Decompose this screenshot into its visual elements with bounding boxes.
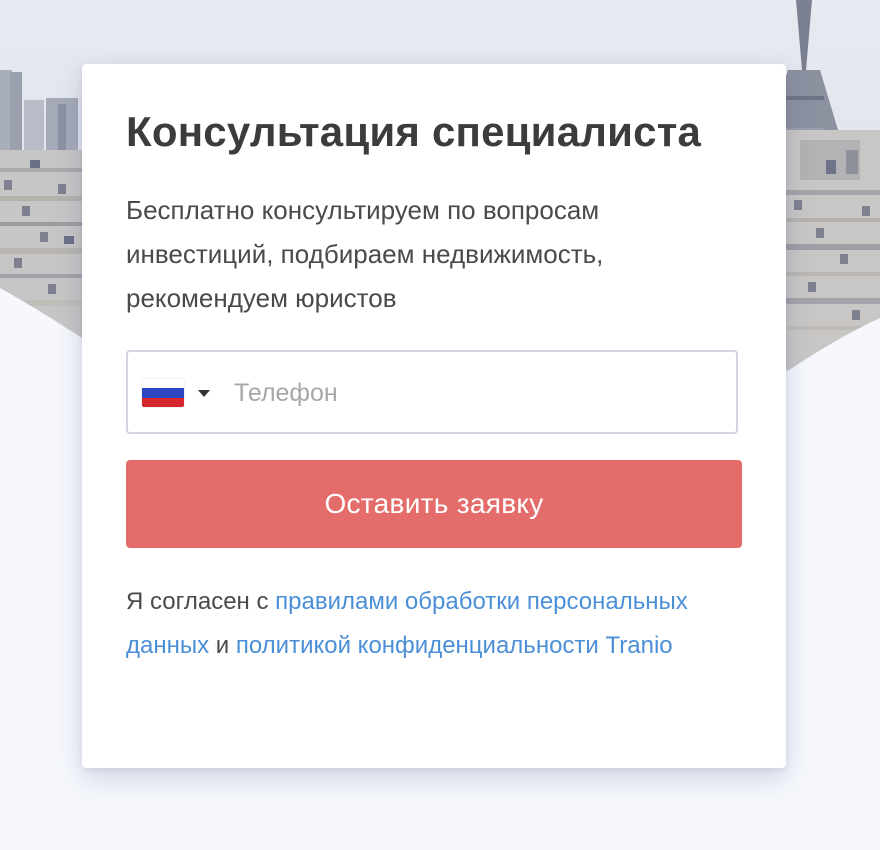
- consent-conjunction: и: [209, 632, 236, 659]
- submit-request-button[interactable]: Оставить заявку: [126, 460, 742, 548]
- russia-flag-icon: [142, 379, 184, 407]
- card-description: Бесплатно консультируем по вопросам инве…: [126, 195, 604, 313]
- consent-text: Я согласен с правилами обработки персона…: [126, 580, 766, 668]
- privacy-policy-link[interactable]: политикой конфиденциальности Tranio: [236, 632, 673, 659]
- page-title: Консультация специалиста: [126, 108, 702, 155]
- consultation-card: Консультация специалиста Бесплатно консу…: [82, 64, 786, 768]
- phone-field[interactable]: [126, 350, 738, 434]
- consent-prefix: Я согласен с: [126, 588, 276, 615]
- phone-input[interactable]: [232, 372, 716, 414]
- caret-down-icon: [198, 390, 210, 397]
- country-code-select[interactable]: [142, 377, 222, 409]
